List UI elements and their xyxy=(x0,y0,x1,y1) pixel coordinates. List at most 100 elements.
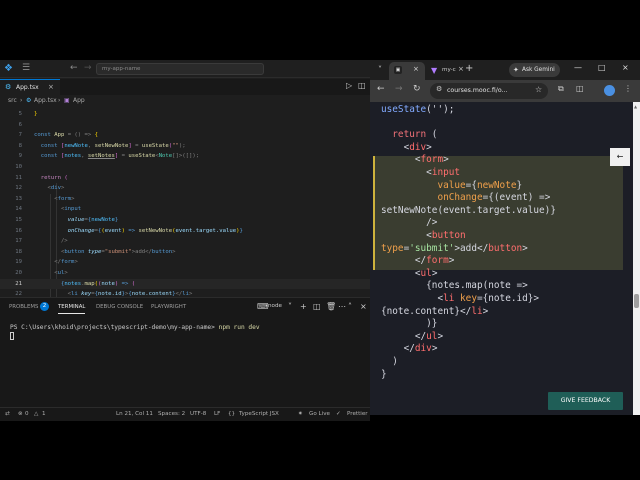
code-token: const xyxy=(34,153,61,160)
tab-search-icon[interactable]: ˅ xyxy=(374,64,386,76)
more-icon[interactable]: ⋯ xyxy=(338,302,346,311)
code-token: < xyxy=(34,206,65,213)
code-token: map xyxy=(84,280,95,287)
close-icon[interactable]: × xyxy=(48,83,54,91)
eol[interactable]: LF xyxy=(214,411,220,417)
line-number: 21 xyxy=(15,280,22,287)
code-line[interactable]: 12 <div> xyxy=(0,183,370,194)
chevron-down-icon[interactable]: ˅ xyxy=(288,302,292,311)
language-mode[interactable]: TypeScript JSX xyxy=(239,411,279,417)
back-arrow-icon[interactable]: ← xyxy=(70,63,78,73)
tab-my-app[interactable]: ▼ my-c × xyxy=(428,62,468,80)
breadcrumb-symbol[interactable]: App xyxy=(73,97,85,104)
more-icon[interactable]: ⋮ xyxy=(624,84,632,93)
extensions-icon[interactable]: ⧉ xyxy=(558,84,564,94)
code-editor[interactable]: 5} 6 7 const App = () => {8 const [newNote,… xyxy=(0,107,370,318)
tab-app-tsx[interactable]: ⚙ App.tsx × xyxy=(0,79,60,95)
close-icon[interactable]: × xyxy=(360,302,367,311)
close-icon[interactable]: × xyxy=(413,65,419,73)
code-line[interactable]: 14 <input xyxy=(0,204,370,215)
ask-gemini-button[interactable]: ✦ Ask Gemini xyxy=(509,63,560,77)
split-editor-icon[interactable]: ◫ xyxy=(358,81,366,90)
back-arrow-icon[interactable]: ← xyxy=(377,84,385,94)
code-line[interactable]: 17 /> xyxy=(0,236,370,247)
go-live[interactable]: Go Live xyxy=(309,411,330,417)
code-line[interactable]: 15 value={newNote} xyxy=(0,215,370,226)
site-info-icon[interactable]: ⚙ xyxy=(436,85,442,93)
breadcrumb-src[interactable]: src xyxy=(8,97,17,104)
side-panel-icon[interactable]: ◫ xyxy=(576,84,584,93)
code-line[interactable]: 11 return ( xyxy=(0,173,370,184)
code-token: "" xyxy=(172,142,179,149)
remote-icon[interactable]: ⇄ xyxy=(5,411,10,417)
tab-playwright[interactable]: PLAYWRIGHT xyxy=(151,304,186,310)
code-line[interactable]: 20 <ul> xyxy=(0,268,370,279)
minimize-icon[interactable]: — xyxy=(574,63,582,72)
code-line[interactable]: 16 onChange={(event) => setNewNote(event… xyxy=(0,226,370,237)
run-icon[interactable]: ▷ xyxy=(346,81,352,90)
code-token: button xyxy=(431,230,466,241)
code-line[interactable]: 13 <form> xyxy=(0,194,370,205)
code-line: return ( xyxy=(381,129,437,142)
warning-count[interactable]: 1 xyxy=(42,411,46,417)
reload-icon[interactable]: ↻ xyxy=(413,84,421,94)
code-line[interactable]: 7 const App = () => { xyxy=(0,130,370,141)
new-tab-icon[interactable]: + xyxy=(465,63,473,74)
terminal-name[interactable]: node xyxy=(268,303,282,309)
breadcrumb-file[interactable]: App.tsx xyxy=(34,97,57,104)
encoding[interactable]: UTF-8 xyxy=(190,411,206,417)
code-token: const xyxy=(34,132,55,139)
command-center-search[interactable]: my-app-name xyxy=(96,63,264,75)
scroll-up-icon[interactable]: ▲ xyxy=(634,104,637,109)
split-terminal-icon[interactable]: ◫ xyxy=(313,302,321,311)
code-line: value={newNote} xyxy=(381,180,522,193)
code-token: , xyxy=(87,142,95,149)
tab-active[interactable]: ▣ × xyxy=(389,62,425,80)
chevron-up-icon[interactable]: ˄ xyxy=(348,302,352,311)
code-line[interactable]: 5} xyxy=(0,109,370,120)
code-text: } xyxy=(34,109,37,120)
maximize-icon[interactable]: □ xyxy=(598,63,606,72)
code-token: </ xyxy=(381,330,427,342)
code-line[interactable]: 21 {notes.map((note) => ( xyxy=(0,278,370,290)
code-line: </div> xyxy=(381,343,438,356)
error-count[interactable]: 0 xyxy=(25,411,29,417)
menu-icon[interactable]: ☰ xyxy=(22,63,30,74)
forward-arrow-icon[interactable]: → xyxy=(395,84,403,94)
code-line[interactable]: 19 </form> xyxy=(0,257,370,268)
tab-terminal[interactable]: TERMINAL xyxy=(58,304,86,314)
code-line[interactable]: 6 xyxy=(0,120,370,131)
scrollbar-thumb[interactable] xyxy=(634,294,639,308)
code-token: 'submit' xyxy=(409,242,455,254)
forward-arrow-icon[interactable]: → xyxy=(84,63,92,73)
tab-debug-console[interactable]: DEBUG CONSOLE xyxy=(96,304,143,310)
profile-avatar[interactable] xyxy=(604,85,615,96)
prettier[interactable]: Prettier xyxy=(347,411,368,417)
code-line[interactable]: 8 const [newNote, setNewNote] = useState… xyxy=(0,141,370,152)
code-line: /> xyxy=(381,217,437,230)
code-token: form xyxy=(420,154,444,166)
code-text: const [newNote, setNewNote] = useState("… xyxy=(34,141,186,152)
code-line[interactable]: 18 <button type="submit">add</button> xyxy=(0,247,370,258)
code-token: )} xyxy=(381,318,438,330)
vscode-logo-icon: ❖ xyxy=(4,63,13,74)
cursor-position[interactable]: Ln 21, Col 11 xyxy=(116,411,153,417)
close-icon[interactable]: × xyxy=(458,65,464,73)
address-bar[interactable]: ⚙ courses.mooc.fi/o... ☆ xyxy=(430,83,548,99)
line-number: 8 xyxy=(18,142,22,149)
trash-icon[interactable]: 🗑 xyxy=(326,302,336,311)
code-line[interactable]: 9 const [notes, setNotes] = useState<Not… xyxy=(0,151,370,162)
code-token: "submit" xyxy=(104,248,132,255)
add-terminal-icon[interactable]: + xyxy=(300,302,307,311)
bookmark-star-icon[interactable]: ☆ xyxy=(535,85,542,94)
close-window-icon[interactable]: × xyxy=(622,63,629,72)
arrow-left-icon[interactable]: ← xyxy=(610,148,630,166)
code-line[interactable]: 10 xyxy=(0,162,370,173)
line-number: 16 xyxy=(15,227,22,234)
tab-problems[interactable]: PROBLEMS xyxy=(9,304,38,310)
indentation[interactable]: Spaces: 2 xyxy=(158,411,185,417)
terminal-output[interactable]: PS C:\Users\khoid\projects\typescript-de… xyxy=(10,324,260,331)
page-scrollbar[interactable]: ▲ xyxy=(633,102,640,415)
code-token: } xyxy=(516,179,523,191)
give-feedback-button[interactable]: GIVE FEEDBACK xyxy=(548,392,623,410)
